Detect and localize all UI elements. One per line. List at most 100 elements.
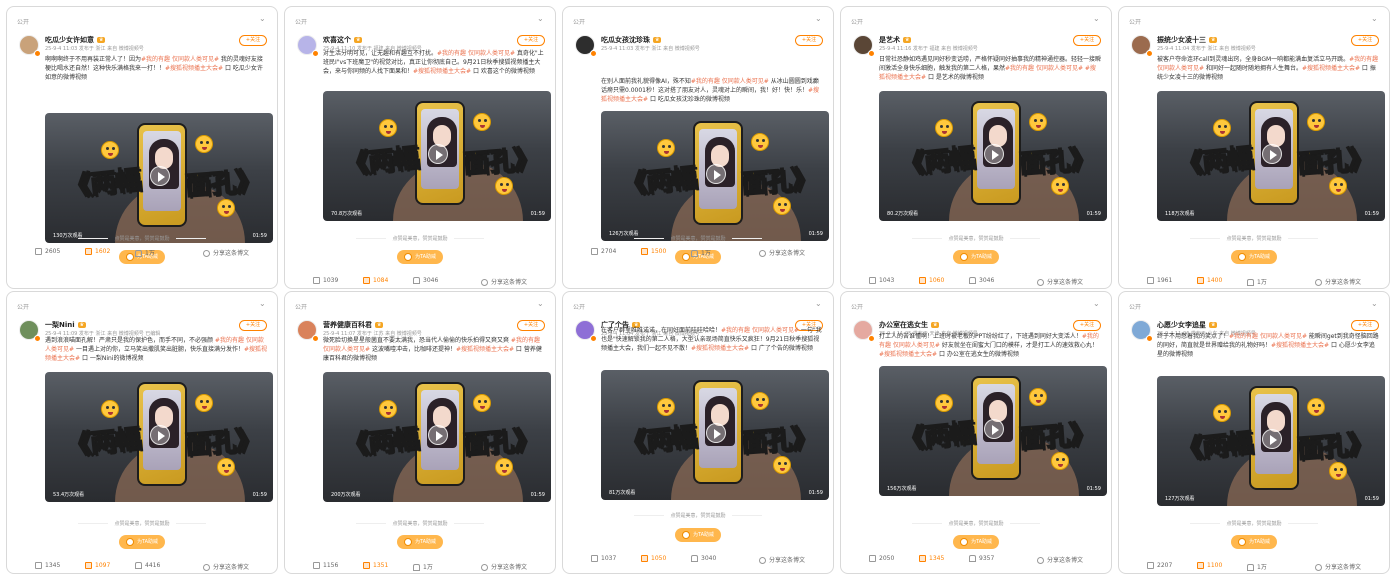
author-name[interactable]: 是艺术 ♛ [879, 35, 912, 45]
author-name[interactable]: 营养健康百科君 ♛ [323, 320, 384, 330]
play-icon[interactable] [1262, 429, 1282, 449]
follow-button[interactable]: +关注 [1351, 320, 1379, 331]
chevron-down-icon[interactable]: ⌄ [259, 15, 267, 23]
cheer-button[interactable]: 为TA助威 [397, 250, 443, 264]
hashtag-link[interactable]: #我的有趣 仅同款人类可见# [437, 50, 515, 57]
repost-button[interactable]: 1037 [591, 555, 616, 562]
play-icon[interactable] [428, 425, 448, 445]
hashtag-link[interactable]: #搜狐视频播主大会# [165, 65, 223, 72]
like-button[interactable]: 1万 [1247, 277, 1267, 286]
follow-button[interactable]: +关注 [795, 35, 823, 46]
chevron-down-icon[interactable]: ⌄ [259, 300, 267, 308]
hashtag-link[interactable]: #我的有趣 仅同款人类可见# [1005, 65, 1083, 72]
like-button[interactable]: 1万 [135, 248, 155, 257]
hashtag-link[interactable]: #我的有趣 仅同款人类可见# [721, 327, 799, 334]
repost-button[interactable]: 2050 [869, 555, 894, 562]
like-button[interactable]: 1万 [1247, 562, 1267, 571]
cheer-button[interactable]: 为TA助威 [1231, 535, 1277, 549]
author-name[interactable]: 办公室在逃女生 ♛ [879, 320, 940, 330]
chevron-down-icon[interactable]: ⌄ [1371, 300, 1379, 308]
video-player[interactable]: 《两幅 面孔》 80.2万次观看 01:59 [879, 91, 1107, 221]
author-name[interactable]: 心愿少女李追星 ♛ [1157, 320, 1218, 330]
chevron-down-icon[interactable]: ⌄ [815, 300, 823, 308]
chevron-down-icon[interactable]: ⌄ [1371, 15, 1379, 23]
like-button[interactable]: 3046 [969, 277, 994, 284]
share-button[interactable]: 分享这条博文 [481, 277, 527, 286]
comment-button[interactable]: 1345 [919, 555, 944, 562]
author-name-text[interactable]: 振统少女凌十三 [1157, 36, 1206, 44]
share-button[interactable]: 分享这条博文 [1315, 277, 1361, 286]
author-name[interactable]: 欢喜这个 ♛ [323, 35, 363, 45]
play-icon[interactable] [706, 164, 726, 184]
author-name-text[interactable]: 欢喜这个 [323, 36, 351, 44]
follow-button[interactable]: +关注 [517, 320, 545, 331]
repost-button[interactable]: 2207 [1147, 562, 1172, 569]
like-button[interactable]: 9357 [969, 555, 994, 562]
hashtag-link[interactable]: #我的有趣 仅同款人类可见# [1229, 333, 1307, 340]
repost-button[interactable]: 2704 [591, 248, 616, 255]
play-icon[interactable] [150, 425, 170, 445]
follow-button[interactable]: +关注 [1351, 35, 1379, 46]
video-player[interactable]: 《两幅 面孔》 126万次观看 01:59 [601, 111, 829, 241]
hashtag-link[interactable]: #搜狐视频播主大会# [1271, 342, 1329, 349]
hashtag-link[interactable]: #搜狐视频播主大会# [413, 68, 471, 75]
chevron-down-icon[interactable]: ⌄ [537, 300, 545, 308]
hashtag-link[interactable]: #搜狐视频播主大会# [456, 346, 514, 353]
play-icon[interactable] [1262, 144, 1282, 164]
hashtag-link[interactable]: #搜狐视频播主大会# [1302, 65, 1360, 72]
play-icon[interactable] [706, 423, 726, 443]
author-name-text[interactable]: 一梨Nini [45, 321, 75, 329]
comment-button[interactable]: 1500 [641, 248, 666, 255]
cheer-button[interactable]: 为TA助威 [397, 535, 443, 549]
cheer-button[interactable]: 为TA助威 [119, 535, 165, 549]
share-button[interactable]: 分享这条博文 [759, 248, 805, 257]
chevron-down-icon[interactable]: ⌄ [537, 15, 545, 23]
like-button[interactable]: 1万 [413, 562, 433, 571]
author-name[interactable]: 吃瓜少女许如意 ♛ [45, 35, 106, 45]
repost-button[interactable]: 1961 [1147, 277, 1172, 284]
like-button[interactable]: 4416 [135, 562, 160, 569]
share-button[interactable]: 分享这条博文 [1037, 555, 1083, 564]
video-player[interactable]: 《两幅 面孔》 70.8万次观看 01:59 [323, 91, 551, 221]
share-button[interactable]: 分享这条博文 [481, 562, 527, 571]
video-player[interactable]: 《两幅 面孔》 127万次观看 01:59 [1157, 376, 1385, 506]
follow-button[interactable]: +关注 [1073, 35, 1101, 46]
like-button[interactable]: 3040 [691, 555, 716, 562]
share-button[interactable]: 分享这条博文 [203, 248, 249, 257]
comment-button[interactable]: 1351 [363, 562, 388, 569]
video-player[interactable]: 《两幅 面孔》 53.4万次观看 01:59 [45, 372, 273, 502]
play-icon[interactable] [428, 144, 448, 164]
comment-button[interactable]: 1097 [85, 562, 110, 569]
share-button[interactable]: 分享这条博文 [1315, 562, 1361, 571]
comment-button[interactable]: 1400 [1197, 277, 1222, 284]
comment-button[interactable]: 1050 [641, 555, 666, 562]
cheer-button[interactable]: 为TA助威 [953, 250, 999, 264]
hashtag-link[interactable]: #我的有趣 仅同款人类可见# [141, 56, 219, 63]
author-name-text[interactable]: 吃瓜女孩沈珍珠 [601, 36, 650, 44]
video-player[interactable]: 《两幅 面孔》 200万次观看 01:59 [323, 372, 551, 502]
comment-button[interactable]: 1060 [919, 277, 944, 284]
author-name-text[interactable]: 是艺术 [879, 36, 900, 44]
author-name-text[interactable]: 办公室在逃女生 [879, 321, 928, 329]
video-player[interactable]: 《两幅 面孔》 118万次观看 01:59 [1157, 91, 1385, 221]
repost-button[interactable]: 2605 [35, 248, 60, 255]
author-name-text[interactable]: 吃瓜少女许如意 [45, 36, 94, 44]
play-icon[interactable] [150, 166, 170, 186]
follow-button[interactable]: +关注 [239, 35, 267, 46]
share-button[interactable]: 分享这条博文 [759, 555, 805, 564]
video-player[interactable]: 《两幅 面孔》 81万次观看 01:59 [601, 370, 829, 500]
author-name-text[interactable]: 心愿少女李追星 [1157, 321, 1206, 329]
share-button[interactable]: 分享这条博文 [203, 562, 249, 571]
cheer-button[interactable]: 为TA助威 [675, 528, 721, 542]
author-name[interactable]: 吃瓜女孩沈珍珠 ♛ [601, 35, 662, 45]
video-player[interactable]: 《两幅 面孔》 130万次观看 01:59 [45, 113, 273, 243]
comment-button[interactable]: 1084 [363, 277, 388, 284]
chevron-down-icon[interactable]: ⌄ [1093, 300, 1101, 308]
hashtag-link[interactable]: #我的有趣 仅同款人类可见# [691, 78, 769, 85]
author-name[interactable]: 振统少女凌十三 ♛ [1157, 35, 1218, 45]
like-button[interactable]: 1万 [691, 248, 711, 257]
comment-button[interactable]: 1602 [85, 248, 110, 255]
repost-button[interactable]: 1039 [313, 277, 338, 284]
chevron-down-icon[interactable]: ⌄ [1093, 15, 1101, 23]
video-player[interactable]: 《两幅 面孔》 156万次观看 01:59 [879, 366, 1107, 496]
